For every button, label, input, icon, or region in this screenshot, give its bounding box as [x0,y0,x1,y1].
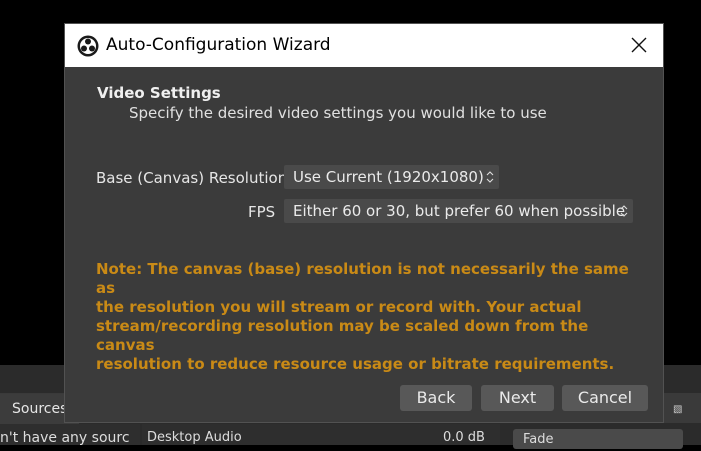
resolution-note: Note: The canvas (base) resolution is no… [96,260,651,374]
fps-value: Either 60 or 30, but prefer 60 when poss… [293,202,626,220]
dock-float-icon[interactable]: ▧ [673,404,682,415]
auto-config-wizard-dialog: Auto-Configuration Wizard Video Settings… [64,23,664,423]
back-button[interactable]: Back [400,385,472,411]
transition-select[interactable]: Fade [513,429,683,449]
audio-device-level: 0.0 dB [443,430,485,445]
base-resolution-select[interactable]: Use Current (1920x1080) [284,165,499,189]
obs-logo-icon [77,35,99,57]
base-resolution-label: Base (Canvas) Resolution [96,169,288,187]
chevron-updown-icon [620,205,628,217]
cancel-button[interactable]: Cancel [562,385,648,411]
dialog-title: Auto-Configuration Wizard [106,35,331,55]
section-subtitle: Specify the desired video settings you w… [129,104,547,122]
section-title: Video Settings [97,84,221,102]
base-resolution-value: Use Current (1920x1080) [293,168,484,186]
next-button[interactable]: Next [481,385,554,411]
fps-select[interactable]: Either 60 or 30, but prefer 60 when poss… [284,199,633,223]
note-line: resolution to reduce resource usage or b… [96,355,615,373]
dialog-titlebar: Auto-Configuration Wizard [65,24,663,67]
audio-device-name: Desktop Audio [147,430,242,445]
fps-label: FPS [248,203,276,221]
note-line: Note: The canvas (base) resolution is no… [96,260,629,297]
sources-empty-hint: n't have any sourc [0,430,130,446]
close-button[interactable] [621,30,657,60]
note-line: stream/recording resolution may be scale… [96,317,589,354]
note-line: the resolution you will stream or record… [96,298,582,316]
chevron-updown-icon [486,171,494,183]
close-icon [631,37,647,53]
